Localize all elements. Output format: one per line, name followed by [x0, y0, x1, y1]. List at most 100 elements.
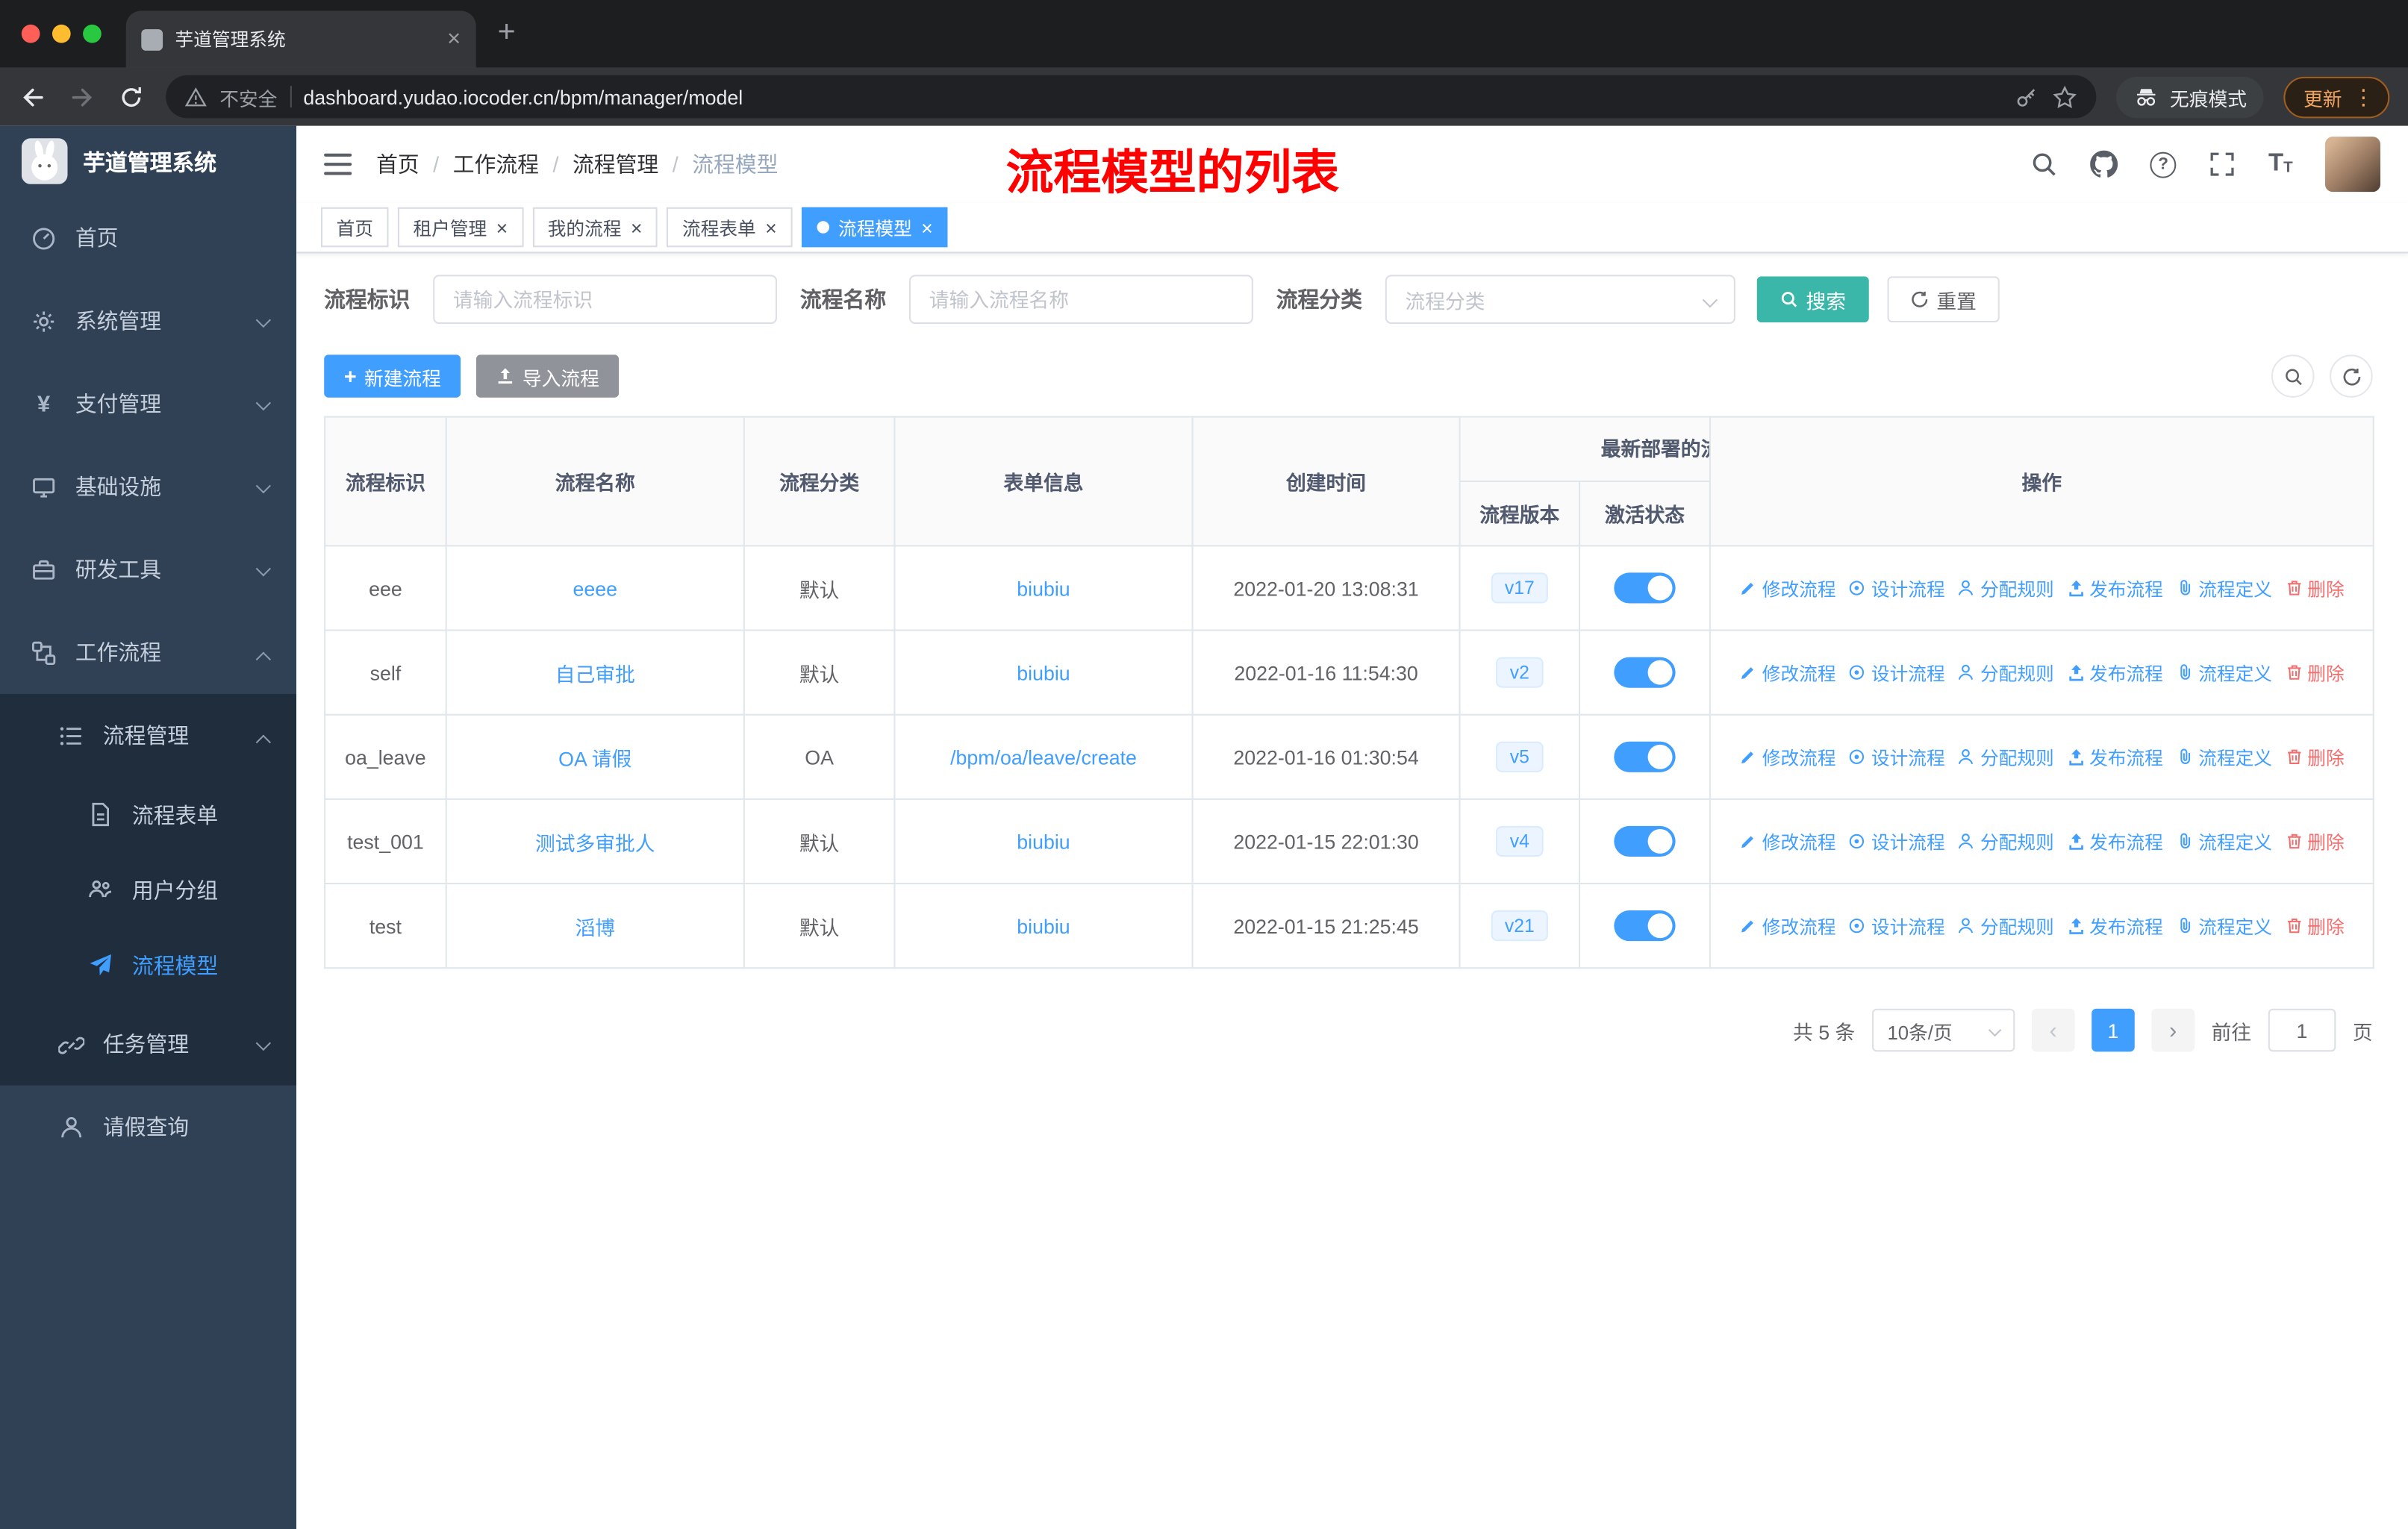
search-button[interactable]: 搜索 [1756, 276, 1869, 323]
process-name-link[interactable]: 自己审批 [555, 663, 635, 686]
form-link[interactable]: biubiu [1017, 914, 1070, 937]
op-modify[interactable]: 修改流程 [1739, 828, 1836, 854]
help-icon[interactable]: ? [2150, 151, 2177, 178]
op-definition[interactable]: 流程定义 [2175, 828, 2272, 854]
reload-icon[interactable] [116, 82, 146, 111]
form-link[interactable]: biubiu [1017, 661, 1070, 684]
breadcrumb-item[interactable]: 工作流程 [453, 149, 539, 180]
process-name-link[interactable]: 测试多审批人 [535, 831, 655, 854]
op-assign[interactable]: 分配规则 [1957, 575, 2054, 601]
tag-home[interactable]: 首页 [320, 207, 389, 248]
browser-tab[interactable]: 芋道管理系统 × [125, 10, 476, 68]
github-icon[interactable] [2090, 150, 2118, 178]
sidebar-item-home[interactable]: 首页 [0, 196, 296, 279]
window-close-button[interactable] [21, 24, 40, 43]
prev-page-button[interactable]: ‹ [2031, 1008, 2075, 1052]
op-modify[interactable]: 修改流程 [1739, 660, 1836, 686]
sidebar-item-process-management[interactable]: 流程管理 [0, 694, 296, 777]
process-name-link[interactable]: OA 请假 [558, 747, 631, 770]
sidebar-item-payment[interactable]: ¥ 支付管理 [0, 363, 296, 445]
user-avatar[interactable] [2324, 137, 2380, 193]
sidebar-item-task-management[interactable]: 任务管理 [0, 1002, 296, 1085]
form-link[interactable]: /bpm/oa/leave/create [950, 745, 1137, 769]
forward-icon[interactable] [68, 82, 97, 111]
browser-update-button[interactable]: 更新 ⋮ [2283, 75, 2390, 118]
goto-page-input[interactable] [2268, 1008, 2336, 1052]
create-process-button[interactable]: + 新建流程 [324, 354, 461, 398]
font-size-icon[interactable]: TT [2268, 151, 2293, 177]
op-design[interactable]: 设计流程 [1848, 744, 1945, 770]
active-toggle[interactable] [1614, 825, 1676, 857]
search-icon[interactable] [2030, 151, 2058, 178]
process-name-link[interactable]: 滔博 [575, 916, 615, 939]
bookmark-star-icon[interactable] [2052, 84, 2078, 110]
close-icon[interactable]: × [921, 217, 933, 237]
fullscreen-icon[interactable] [2209, 151, 2236, 178]
op-assign[interactable]: 分配规则 [1957, 828, 2054, 854]
op-modify[interactable]: 修改流程 [1739, 744, 1836, 770]
op-delete[interactable]: 删除 [2284, 828, 2345, 854]
op-publish[interactable]: 发布流程 [2066, 828, 2163, 854]
toggle-search-button[interactable] [2271, 354, 2315, 398]
filter-category-select[interactable]: 流程分类 [1385, 275, 1735, 325]
sidebar-item-user-group[interactable]: 用户分组 [0, 852, 296, 928]
filter-key-input[interactable] [433, 275, 778, 325]
op-definition[interactable]: 流程定义 [2175, 913, 2272, 939]
op-design[interactable]: 设计流程 [1848, 913, 1945, 939]
op-assign[interactable]: 分配规则 [1957, 660, 2054, 686]
tag-my-process[interactable]: 我的流程 × [532, 207, 658, 248]
tag-process-model[interactable]: 流程模型 × [801, 207, 949, 248]
active-toggle[interactable] [1614, 910, 1676, 942]
next-page-button[interactable]: › [2151, 1008, 2195, 1052]
import-process-button[interactable]: 导入流程 [476, 354, 620, 398]
collapse-menu-icon[interactable] [324, 153, 352, 175]
op-delete[interactable]: 删除 [2284, 744, 2345, 770]
active-toggle[interactable] [1614, 741, 1676, 772]
address-bar[interactable]: 不安全 dashboard.yudao.iocoder.cn/bpm/manag… [166, 75, 2097, 119]
op-publish[interactable]: 发布流程 [2066, 660, 2163, 686]
close-icon[interactable]: × [496, 217, 508, 237]
page-size-select[interactable]: 10条/页 [1871, 1008, 2015, 1052]
op-publish[interactable]: 发布流程 [2066, 913, 2163, 939]
breadcrumb-item[interactable]: 首页 [376, 149, 419, 180]
op-delete[interactable]: 删除 [2284, 575, 2345, 601]
op-assign[interactable]: 分配规则 [1957, 744, 2054, 770]
sidebar-item-process-form[interactable]: 流程表单 [0, 777, 296, 852]
op-assign[interactable]: 分配规则 [1957, 913, 2054, 939]
op-modify[interactable]: 修改流程 [1739, 913, 1836, 939]
op-modify[interactable]: 修改流程 [1739, 575, 1836, 601]
sidebar-item-process-model[interactable]: 流程模型 [0, 928, 296, 1003]
sidebar-item-workflow[interactable]: 工作流程 [0, 611, 296, 694]
reset-button[interactable]: 重置 [1887, 276, 2000, 323]
sidebar-item-devtools[interactable]: 研发工具 [0, 528, 296, 611]
sidebar-item-leave-query[interactable]: 请假查询 [0, 1086, 296, 1169]
op-delete[interactable]: 删除 [2284, 913, 2345, 939]
op-definition[interactable]: 流程定义 [2175, 744, 2272, 770]
active-toggle[interactable] [1614, 657, 1676, 688]
window-minimize-button[interactable] [52, 24, 71, 43]
breadcrumb-item[interactable]: 流程管理 [573, 149, 658, 180]
form-link[interactable]: biubiu [1017, 830, 1070, 853]
tag-tenant[interactable]: 租户管理 × [397, 207, 523, 248]
window-zoom-button[interactable] [83, 24, 102, 43]
new-tab-button[interactable]: + [498, 17, 516, 48]
active-toggle[interactable] [1614, 572, 1676, 604]
refresh-table-button[interactable] [2330, 354, 2373, 398]
op-design[interactable]: 设计流程 [1848, 660, 1945, 686]
op-design[interactable]: 设计流程 [1848, 828, 1945, 854]
tag-process-form[interactable]: 流程表单 × [667, 207, 793, 248]
op-publish[interactable]: 发布流程 [2066, 744, 2163, 770]
sidebar-item-system[interactable]: 系统管理 [0, 279, 296, 362]
page-1-button[interactable]: 1 [2092, 1008, 2135, 1052]
close-icon[interactable]: × [631, 217, 643, 237]
op-design[interactable]: 设计流程 [1848, 575, 1945, 601]
password-key-icon[interactable] [2013, 84, 2039, 110]
tab-close-icon[interactable]: × [447, 28, 461, 51]
back-icon[interactable] [19, 82, 48, 111]
op-definition[interactable]: 流程定义 [2175, 660, 2272, 686]
process-name-link[interactable]: eeee [573, 577, 617, 600]
filter-name-input[interactable] [908, 275, 1253, 325]
op-definition[interactable]: 流程定义 [2175, 575, 2272, 601]
op-publish[interactable]: 发布流程 [2066, 575, 2163, 601]
browser-menu-icon[interactable]: ⋮ [2353, 84, 2374, 110]
